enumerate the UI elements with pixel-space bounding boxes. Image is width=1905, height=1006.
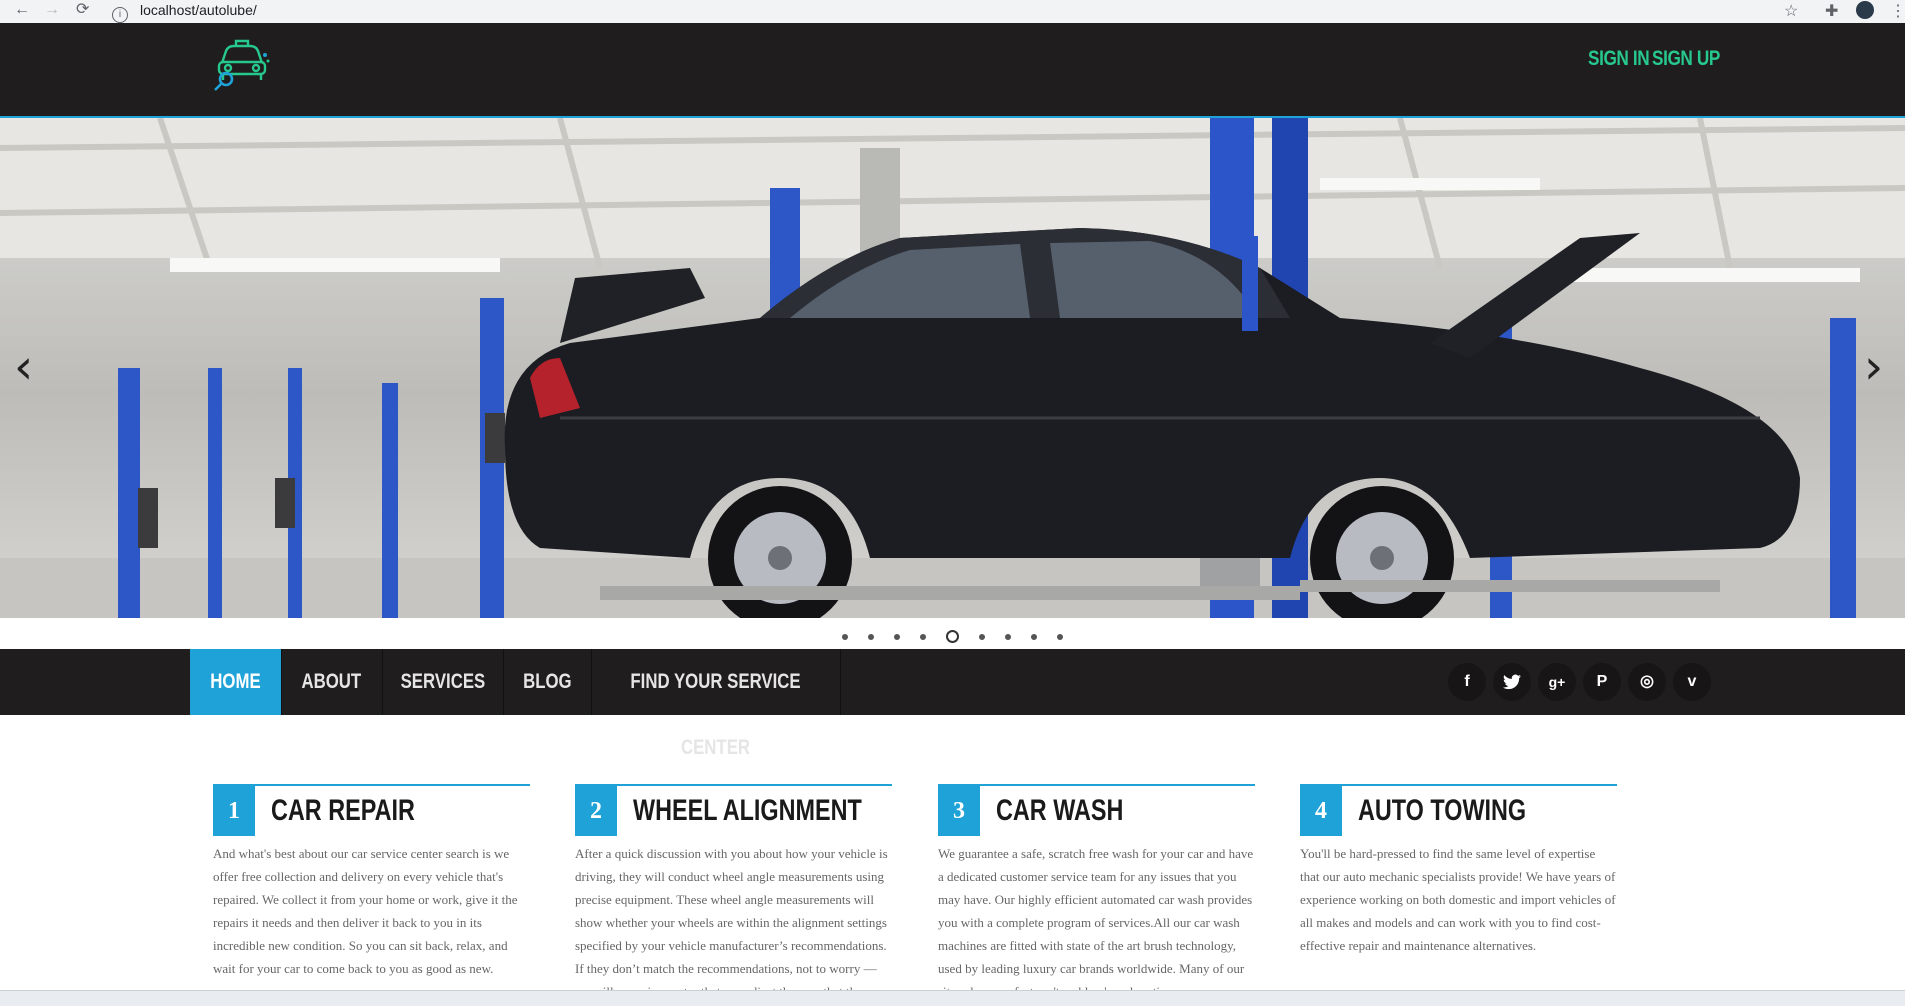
slider-dot[interactable]: [946, 630, 959, 644]
slider-prev-icon[interactable]: ‹: [14, 343, 33, 391]
slider-dot[interactable]: [868, 633, 874, 640]
nav-item-find-service-center[interactable]: FIND YOUR SERVICE CENTER: [591, 649, 841, 759]
service-description: You'll be hard-pressed to find the same …: [1300, 846, 1616, 953]
twitter-bird-glyph: [1503, 674, 1521, 690]
back-icon[interactable]: ←: [14, 1, 30, 19]
service-number-badge: 3: [938, 786, 980, 836]
car-magnifier-logo-icon[interactable]: [210, 33, 272, 91]
service-description: We guarantee a safe, scratch free wash f…: [938, 846, 1254, 990]
service-card-auto-towing: 4 AUTO TOWING You'll be hard-pressed to …: [1300, 784, 1617, 990]
slider-dot[interactable]: [1031, 633, 1037, 640]
main-navigation: HOME ABOUT SERVICES BLOG FIND YOUR SERVI…: [0, 649, 1905, 759]
profile-avatar[interactable]: [1856, 1, 1874, 19]
dribbble-icon[interactable]: ◎: [1628, 663, 1666, 701]
address-bar[interactable]: i localhost/autolube/: [112, 1, 1792, 23]
star-icon[interactable]: ☆: [1784, 1, 1798, 21]
service-number-badge: 4: [1300, 786, 1342, 836]
nav-item-about[interactable]: ABOUT: [281, 649, 383, 715]
service-title[interactable]: CAR WASH: [996, 794, 1123, 828]
slider-dot[interactable]: [1005, 633, 1011, 640]
sign-up-link[interactable]: SIGN UP: [1652, 47, 1720, 71]
card-divider: [213, 784, 530, 786]
service-title[interactable]: CAR REPAIR: [271, 794, 415, 828]
service-card-car-repair: 1 CAR REPAIR And what's best about our c…: [213, 784, 530, 990]
forward-icon[interactable]: →: [44, 1, 60, 19]
vimeo-icon[interactable]: v: [1673, 663, 1711, 701]
os-taskbar: [0, 990, 1905, 1006]
slider-next-icon[interactable]: ›: [1864, 343, 1883, 391]
service-description: And what's best about our car service ce…: [213, 846, 518, 976]
info-icon[interactable]: i: [112, 7, 128, 23]
service-card-wheel-alignment: 2 WHEEL ALIGNMENT After a quick discussi…: [575, 784, 892, 990]
sign-in-link[interactable]: SIGN IN: [1588, 47, 1650, 71]
nav-item-services[interactable]: SERVICES: [382, 649, 504, 715]
nav-item-home[interactable]: HOME: [190, 649, 282, 715]
service-number-badge: 1: [213, 786, 255, 836]
slider-dot[interactable]: [894, 633, 900, 640]
service-title[interactable]: AUTO TOWING: [1358, 794, 1526, 828]
facebook-icon[interactable]: f: [1448, 663, 1486, 701]
reload-icon[interactable]: ⟳: [76, 1, 89, 19]
slider-pagination: [0, 628, 1905, 644]
url-text: localhost/autolube/: [140, 2, 257, 18]
twitter-icon[interactable]: [1493, 663, 1531, 701]
menu-icon[interactable]: ⋮: [1890, 1, 1905, 21]
extensions-icon[interactable]: ✚: [1825, 1, 1838, 21]
garage-car-hero-image: [0, 118, 1905, 618]
google-plus-icon[interactable]: g+: [1538, 663, 1576, 701]
pinterest-icon[interactable]: P: [1583, 663, 1621, 701]
service-number-badge: 2: [575, 786, 617, 836]
site-header: SIGN IN SIGN UP: [0, 23, 1905, 118]
slider-dot[interactable]: [979, 633, 985, 640]
service-title[interactable]: WHEEL ALIGNMENT: [633, 794, 862, 828]
slider-dot[interactable]: [1057, 633, 1063, 640]
slider-dot[interactable]: [842, 633, 848, 640]
card-divider: [575, 784, 892, 786]
slider-dot[interactable]: [920, 633, 926, 640]
card-divider: [1300, 784, 1617, 786]
card-divider: [938, 784, 1255, 786]
nav-item-blog[interactable]: BLOG: [503, 649, 592, 715]
hero-slider: ‹ ›: [0, 118, 1905, 618]
browser-toolbar: ← → ⟳ i localhost/autolube/ ☆ ✚ ⋮: [0, 0, 1905, 24]
service-card-car-wash: 3 CAR WASH We guarantee a safe, scratch …: [938, 784, 1255, 990]
service-description: After a quick discussion with you about …: [575, 846, 888, 990]
